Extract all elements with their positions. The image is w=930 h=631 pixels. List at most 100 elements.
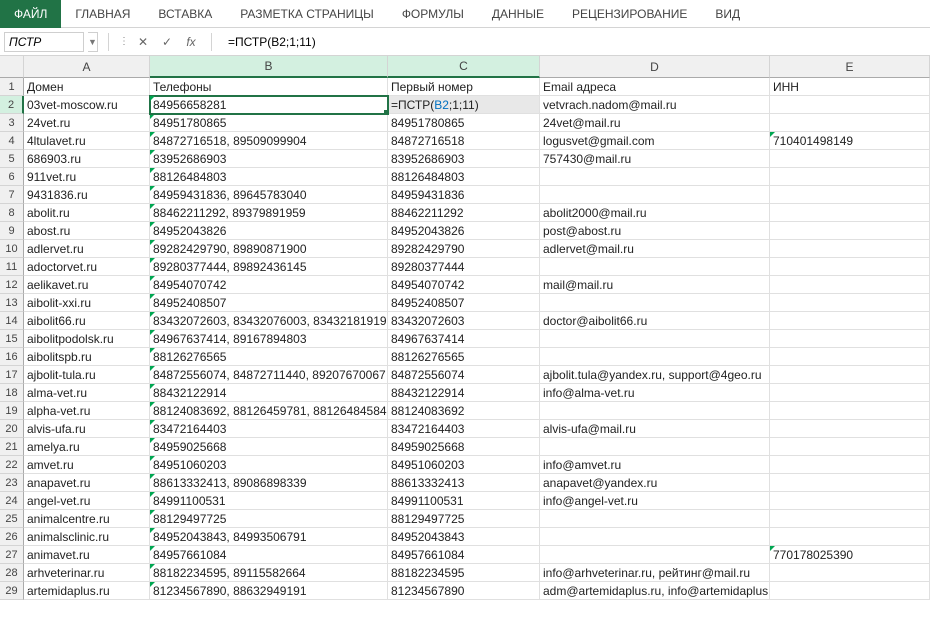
cell-phones[interactable]: 88124083692, 88126459781, 88126484584, — [150, 402, 388, 420]
cell-domain[interactable]: aelikavet.ru — [24, 276, 150, 294]
cell-phones[interactable]: 84952408507 — [150, 294, 388, 312]
cell-phones[interactable]: 84959025668 — [150, 438, 388, 456]
cell-phones[interactable]: 88126484803 — [150, 168, 388, 186]
cell-email[interactable] — [540, 168, 770, 186]
cell-domain[interactable]: animalcentre.ru — [24, 510, 150, 528]
cell-first-number[interactable]: 84952043826 — [388, 222, 540, 240]
cell-domain[interactable]: 4ltulavet.ru — [24, 132, 150, 150]
cell-inn[interactable]: 710401498149 — [770, 132, 930, 150]
cell-domain[interactable]: aibolitpodolsk.ru — [24, 330, 150, 348]
cell-domain[interactable]: animalsclinic.ru — [24, 528, 150, 546]
row-header[interactable]: 29 — [0, 582, 24, 600]
cell-phones[interactable]: 81234567890, 88632949191 — [150, 582, 388, 600]
cell-email[interactable] — [540, 348, 770, 366]
cell-email[interactable]: anapavet@yandex.ru — [540, 474, 770, 492]
cell-email[interactable] — [540, 258, 770, 276]
cell-email[interactable]: info@angel-vet.ru — [540, 492, 770, 510]
cell-phones[interactable]: 84954070742 — [150, 276, 388, 294]
tab-view[interactable]: ВИД — [701, 0, 754, 28]
cell-first-number[interactable]: 84967637414 — [388, 330, 540, 348]
cell-domain[interactable]: adlervet.ru — [24, 240, 150, 258]
row-header[interactable]: 24 — [0, 492, 24, 510]
cell-inn[interactable] — [770, 402, 930, 420]
cell-email[interactable] — [540, 528, 770, 546]
header-cell[interactable]: Первый номер — [388, 78, 540, 96]
col-header-c[interactable]: C — [388, 56, 540, 78]
cell-first-number[interactable]: 88129497725 — [388, 510, 540, 528]
cell-first-number[interactable]: 84952043843 — [388, 528, 540, 546]
cell-inn[interactable] — [770, 150, 930, 168]
cell-email[interactable]: 24vet@mail.ru — [540, 114, 770, 132]
cell-phones[interactable]: 83952686903 — [150, 150, 388, 168]
cell-first-number[interactable]: 89280377444 — [388, 258, 540, 276]
cell-inn[interactable] — [770, 186, 930, 204]
enter-icon[interactable]: ✓ — [157, 32, 177, 52]
cell-first-number[interactable]: 83952686903 — [388, 150, 540, 168]
cell-domain[interactable]: adoctorvet.ru — [24, 258, 150, 276]
row-header[interactable]: 8 — [0, 204, 24, 222]
cell-inn[interactable] — [770, 582, 930, 600]
row-header[interactable]: 19 — [0, 402, 24, 420]
cell-inn[interactable] — [770, 384, 930, 402]
cell-inn[interactable] — [770, 456, 930, 474]
cell-email[interactable] — [540, 402, 770, 420]
col-header-a[interactable]: A — [24, 56, 150, 78]
header-cell[interactable]: Телефоны — [150, 78, 388, 96]
cell-phones[interactable]: 83432072603, 83432076003, 83432181919, — [150, 312, 388, 330]
row-header[interactable]: 12 — [0, 276, 24, 294]
cell-phones[interactable]: 84991100531 — [150, 492, 388, 510]
cell-phones[interactable]: 84952043843, 84993506791 — [150, 528, 388, 546]
cell-inn[interactable] — [770, 312, 930, 330]
row-header[interactable]: 9 — [0, 222, 24, 240]
row-header[interactable]: 4 — [0, 132, 24, 150]
cell-domain[interactable]: aibolit66.ru — [24, 312, 150, 330]
row-header[interactable]: 2 — [0, 96, 24, 114]
fx-icon[interactable]: fx — [181, 32, 201, 52]
cell-inn[interactable] — [770, 474, 930, 492]
cell-inn[interactable] — [770, 258, 930, 276]
cell-phones[interactable]: 89282429790, 89890871900 — [150, 240, 388, 258]
cell-domain[interactable]: aibolit-xxi.ru — [24, 294, 150, 312]
cell-inn[interactable] — [770, 168, 930, 186]
cell-phones[interactable]: 84957661084 — [150, 546, 388, 564]
fill-handle[interactable] — [384, 110, 388, 114]
row-header[interactable]: 6 — [0, 168, 24, 186]
cell-inn[interactable] — [770, 438, 930, 456]
cell-phones[interactable]: 84967637414, 89167894803 — [150, 330, 388, 348]
tab-formulas[interactable]: ФОРМУЛЫ — [388, 0, 478, 28]
cell-phones[interactable]: 84872716518, 89509099904 — [150, 132, 388, 150]
cell-phones[interactable]: 88432122914 — [150, 384, 388, 402]
cell-first-number[interactable]: 84951780865 — [388, 114, 540, 132]
cell-domain[interactable]: alma-vet.ru — [24, 384, 150, 402]
cell-email[interactable] — [540, 546, 770, 564]
row-header[interactable]: 5 — [0, 150, 24, 168]
cell-email[interactable]: vetvrach.nadom@mail.ru — [540, 96, 770, 114]
cell-inn[interactable] — [770, 492, 930, 510]
cell-phones[interactable]: 84959431836, 89645783040 — [150, 186, 388, 204]
cell-inn[interactable] — [770, 564, 930, 582]
cell-email[interactable] — [540, 510, 770, 528]
row-header[interactable]: 7 — [0, 186, 24, 204]
tab-review[interactable]: РЕЦЕНЗИРОВАНИЕ — [558, 0, 701, 28]
cancel-icon[interactable]: ✕ — [133, 32, 153, 52]
row-header[interactable]: 15 — [0, 330, 24, 348]
cell-email[interactable]: info@arhveterinar.ru, рейтинг@mail.ru — [540, 564, 770, 582]
cell-first-number[interactable]: 88124083692 — [388, 402, 540, 420]
cell-domain[interactable]: anapavet.ru — [24, 474, 150, 492]
cell-domain[interactable]: artemidaplus.ru — [24, 582, 150, 600]
cell-email[interactable] — [540, 438, 770, 456]
cell-domain[interactable]: amelya.ru — [24, 438, 150, 456]
cell-inn[interactable] — [770, 510, 930, 528]
cell-inn[interactable] — [770, 276, 930, 294]
cell-inn[interactable] — [770, 366, 930, 384]
cell-email[interactable]: 757430@mail.ru — [540, 150, 770, 168]
cell-domain[interactable]: 9431836.ru — [24, 186, 150, 204]
name-box[interactable]: ПСТР — [4, 32, 84, 52]
cell-phones[interactable]: 84951060203 — [150, 456, 388, 474]
header-cell[interactable]: ИНН — [770, 78, 930, 96]
cell-inn[interactable] — [770, 294, 930, 312]
name-box-dropdown[interactable]: ▼ — [88, 32, 98, 52]
cell-first-number[interactable]: 88126484803 — [388, 168, 540, 186]
row-header[interactable]: 18 — [0, 384, 24, 402]
col-header-e[interactable]: E — [770, 56, 930, 78]
